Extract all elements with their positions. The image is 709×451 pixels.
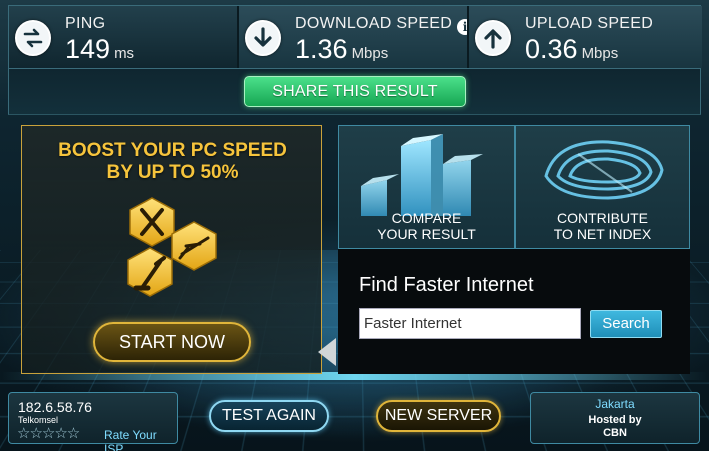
net-index-icon	[544, 140, 664, 200]
metrics-bar: PING 149 ms DOWNLOAD SPEED 1.36 Mbps i UPL…	[8, 5, 702, 69]
contribute-label-line1: CONTRIBUTE	[557, 210, 648, 226]
start-now-button[interactable]: START NOW	[93, 322, 251, 362]
upload-unit: Mbps	[581, 45, 619, 62]
host-name: CBN	[603, 427, 627, 439]
find-faster-internet-panel: Find Faster Internet Search	[338, 249, 690, 374]
boost-title: BOOST YOUR PC SPEED BY UP TO 50%	[22, 140, 323, 184]
download-metric: DOWNLOAD SPEED 1.36 Mbps	[239, 6, 467, 68]
contribute-net-index-tile[interactable]: CONTRIBUTE TO NET INDEX	[515, 125, 690, 249]
upload-value: 0.36	[525, 34, 578, 64]
server-host-info: Jakarta Hosted by CBN	[530, 392, 700, 444]
compare-label-line2: YOUR RESULT	[377, 226, 476, 242]
boost-panel: BOOST YOUR PC SPEED BY UP TO 50% START N…	[21, 125, 322, 374]
search-button[interactable]: Search	[590, 310, 662, 338]
sync-arrows-icon	[15, 20, 51, 56]
ping-metric: PING 149 ms	[9, 6, 237, 68]
download-label: DOWNLOAD SPEED	[295, 15, 453, 32]
contribute-label: CONTRIBUTE TO NET INDEX	[516, 210, 689, 242]
arrow-down-icon	[245, 20, 281, 56]
upload-label: UPLOAD SPEED	[525, 15, 654, 32]
bar-chart-icon	[361, 134, 483, 216]
tools-hexagons-icon	[122, 196, 242, 316]
gauge-pointer	[318, 338, 336, 366]
arrow-up-icon	[475, 20, 511, 56]
server-city: Jakarta	[595, 397, 635, 411]
ping-label: PING	[65, 15, 106, 32]
boost-title-line1: BOOST YOUR PC SPEED	[58, 140, 287, 161]
download-unit: Mbps	[351, 45, 389, 62]
compare-label: COMPARE YOUR RESULT	[339, 210, 514, 242]
boost-title-line2: BY UP TO 50%	[106, 162, 239, 183]
new-server-button[interactable]: NEW SERVER	[376, 400, 501, 432]
download-value-row: 1.36 Mbps	[295, 34, 388, 65]
rating-stars-icon[interactable]: ☆☆☆☆☆	[17, 424, 80, 442]
ping-value: 149	[65, 34, 111, 64]
download-value: 1.36	[295, 34, 348, 64]
ping-value-row: 149 ms	[65, 34, 134, 65]
ping-unit: ms	[114, 45, 135, 62]
upload-metric: UPLOAD SPEED 0.36 Mbps	[469, 6, 702, 68]
hosted-by-label: Hosted by	[588, 414, 642, 426]
find-title: Find Faster Internet	[359, 274, 534, 296]
contribute-label-line2: TO NET INDEX	[553, 226, 652, 242]
share-result-button[interactable]: SHARE THIS RESULT	[244, 76, 466, 107]
ip-address: 182.6.58.76	[18, 399, 92, 415]
compare-label-line1: COMPARE	[391, 210, 462, 226]
test-again-button[interactable]: TEST AGAIN	[209, 400, 329, 432]
rate-isp-link[interactable]: Rate Your ISP	[104, 428, 177, 451]
isp-info: 182.6.58.76 Telkomsel ☆☆☆☆☆ Rate Your IS…	[8, 392, 178, 451]
upload-value-row: 0.36 Mbps	[525, 34, 618, 65]
search-input[interactable]	[359, 308, 581, 339]
compare-result-tile[interactable]: COMPARE YOUR RESULT	[338, 125, 515, 249]
